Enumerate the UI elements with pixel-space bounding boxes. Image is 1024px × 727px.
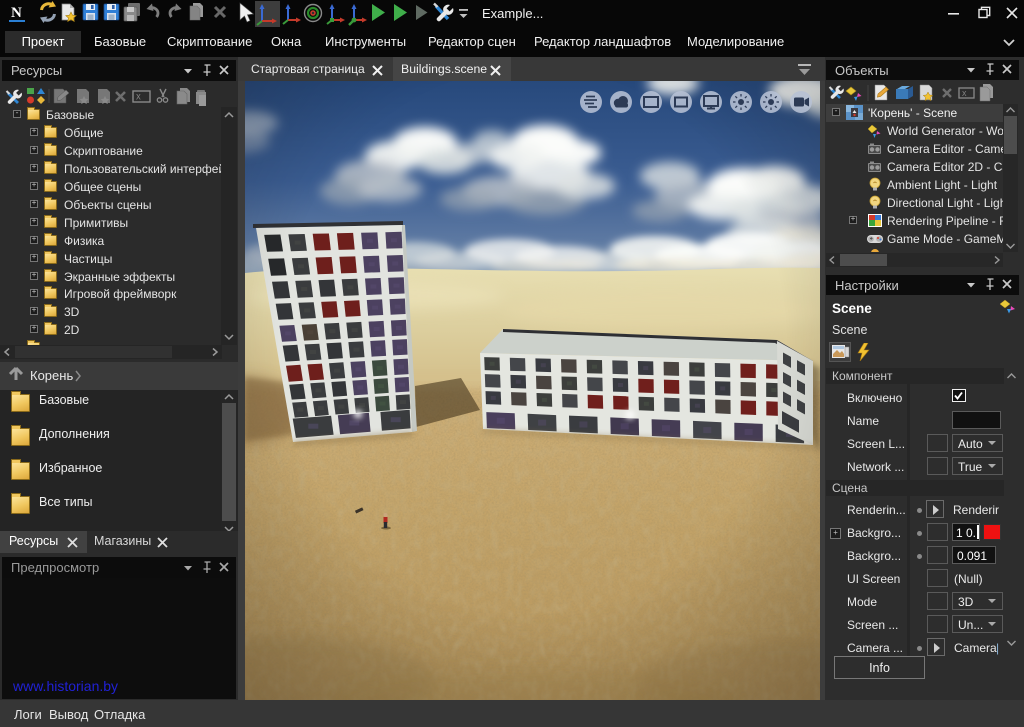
svg-text:Example...: Example... [482, 6, 543, 21]
svg-text:N: N [11, 5, 22, 21]
svg-text:X: X [136, 94, 141, 103]
svg-text:X: X [962, 91, 967, 99]
